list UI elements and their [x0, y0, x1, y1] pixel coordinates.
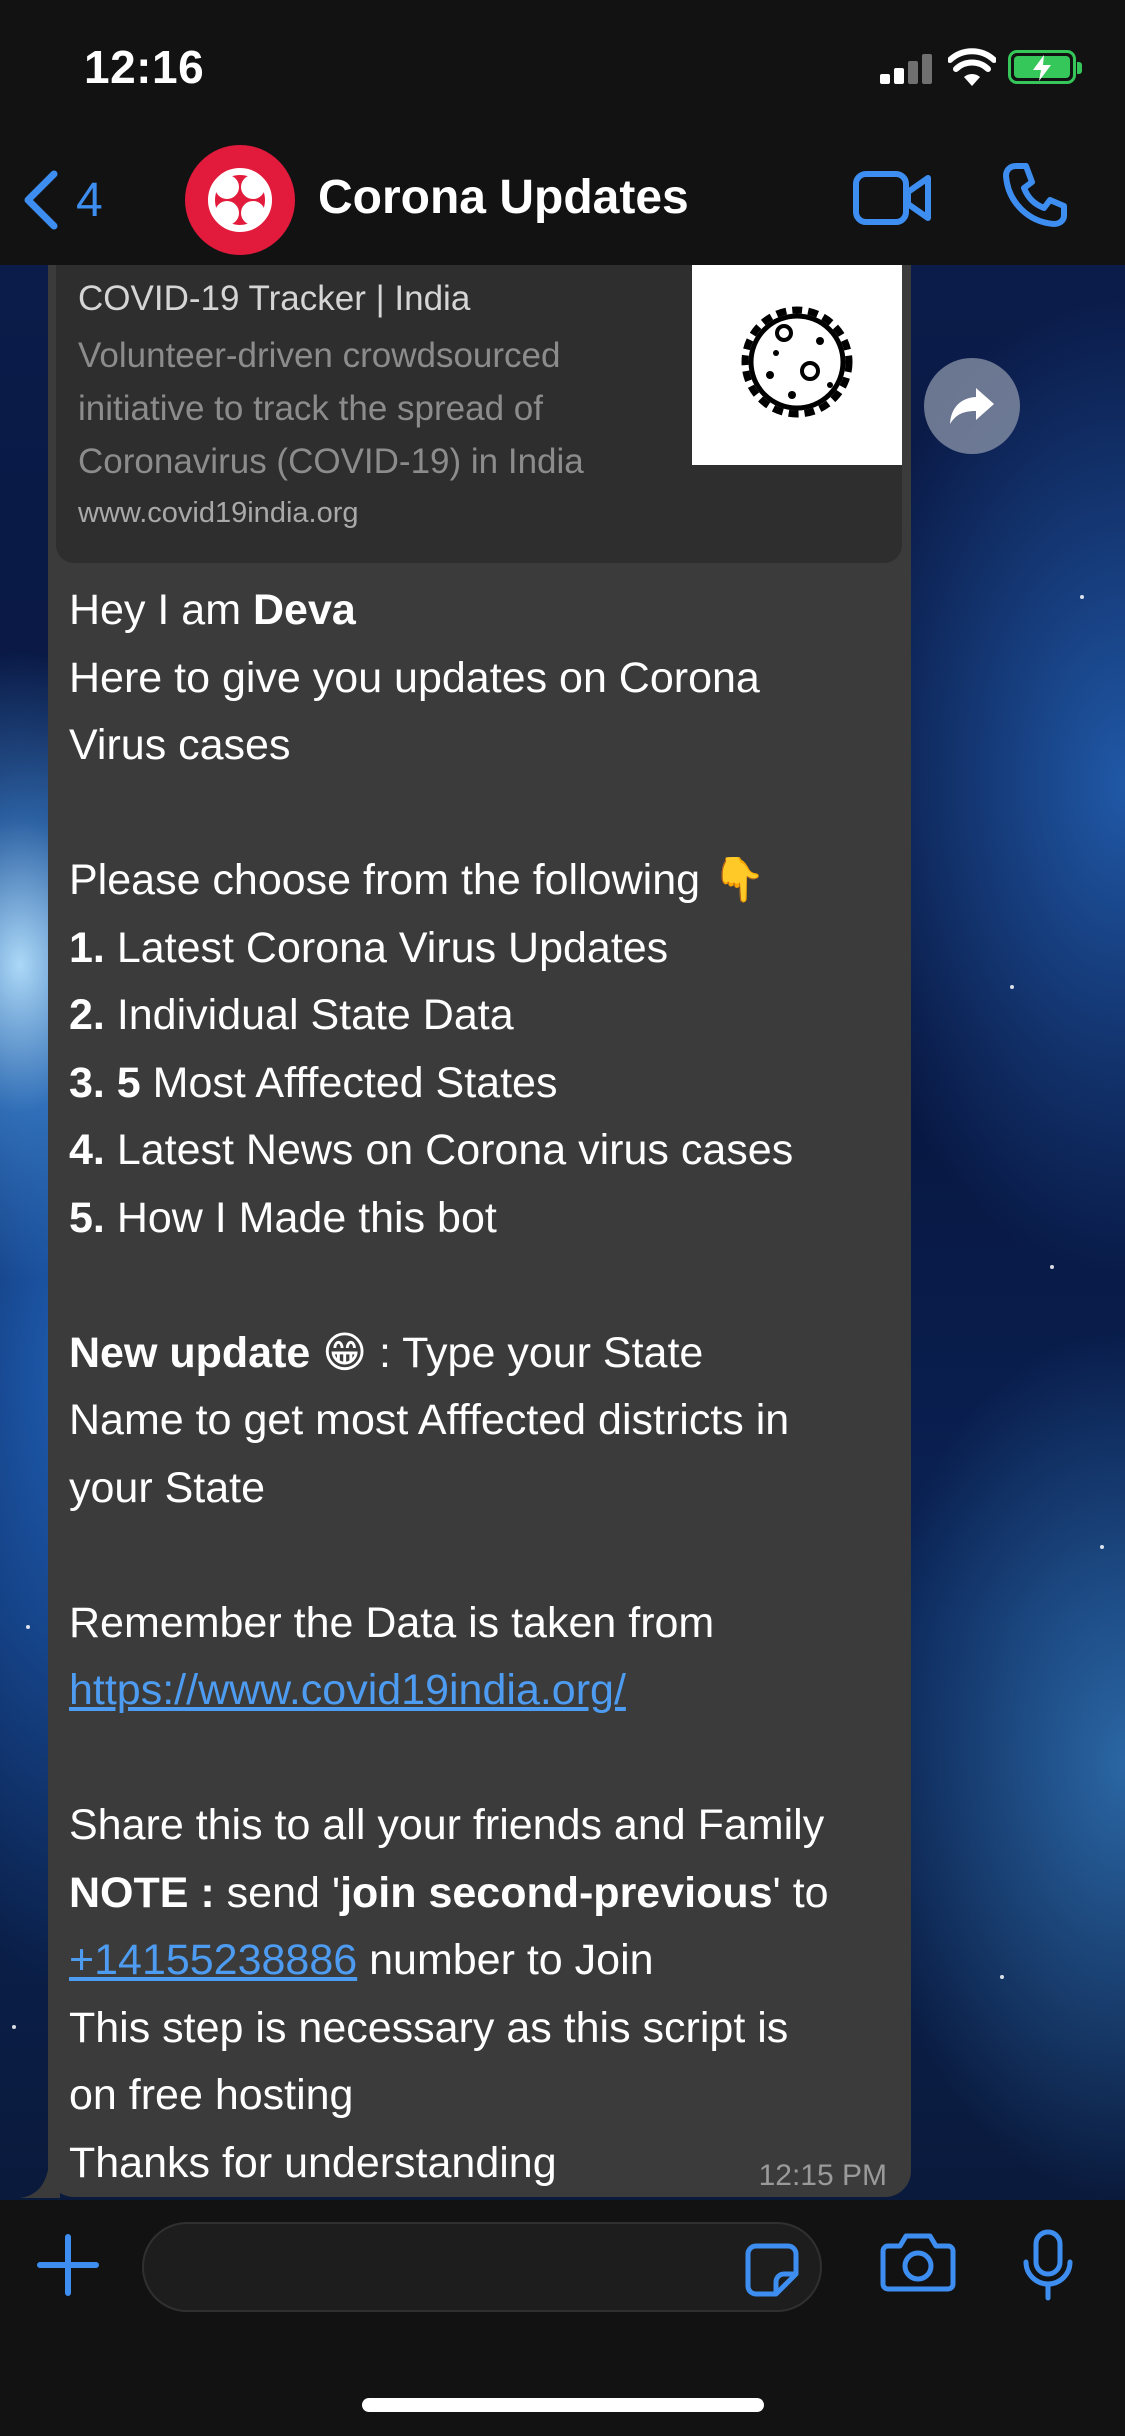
- wallpaper-star: [1100, 1545, 1104, 1549]
- link-preview-url: www.covid19india.org: [78, 497, 359, 529]
- microphone-icon[interactable]: [1020, 2228, 1076, 2302]
- input-bar: [0, 2200, 1125, 2436]
- status-time: 12:16: [84, 41, 205, 93]
- battery-icon: [1008, 50, 1082, 84]
- cellular-signal-icon: [880, 52, 934, 84]
- pointing-down-emoji: 👇: [711, 856, 766, 904]
- home-indicator: [362, 2398, 764, 2412]
- menu-option-1: 1. Latest Corona Virus Updates: [69, 923, 669, 972]
- back-chevron-icon: [24, 170, 58, 230]
- menu-option-3: 3. 5 Most Afffected States: [69, 1058, 558, 1107]
- message-line: Here to give you updates on Corona: [69, 653, 760, 702]
- message-input-field[interactable]: [142, 2222, 822, 2312]
- message-line: https://www.covid19india.org/: [69, 1657, 909, 1725]
- forward-button[interactable]: [924, 358, 1020, 454]
- share-forward-icon: [950, 388, 994, 424]
- message-line: your State: [69, 1463, 265, 1512]
- source-link[interactable]: https://www.covid19india.org/: [69, 1666, 626, 1714]
- message-line: Share this to all your friends and Famil…: [69, 1801, 825, 1849]
- plus-icon[interactable]: [36, 2233, 100, 2297]
- message-line: Remember the Data is taken from: [69, 1598, 715, 1647]
- menu-option-5: 5. How I Made this bot: [69, 1193, 497, 1242]
- message-line: NOTE : send 'join second-previous' to: [69, 1868, 829, 1917]
- new-update-label: New update: [69, 1328, 311, 1377]
- video-call-icon[interactable]: [852, 168, 932, 228]
- wallpaper-star: [1080, 595, 1084, 599]
- message-line: on free hosting: [69, 2071, 354, 2119]
- note-label: NOTE :: [69, 1868, 215, 1917]
- choose-text: Please choose from the following: [69, 856, 712, 904]
- menu-option-4: 4. Latest News on Corona virus cases: [69, 1126, 794, 1174]
- unread-count: 4: [76, 173, 103, 227]
- chat-header: 4 Corona Updates: [0, 140, 1125, 265]
- link-preview-title: COVID-19 Tracker | India: [78, 279, 471, 318]
- link-preview-thumbnail: [692, 265, 902, 465]
- wifi-icon: [948, 48, 996, 86]
- message-bubble[interactable]: COVID-19 Tracker | India Volunteer-drive…: [48, 265, 911, 2197]
- join-keyword: join second-previous: [340, 1868, 773, 1917]
- sticker-icon[interactable]: [742, 2240, 802, 2300]
- wallpaper-star: [12, 2025, 16, 2029]
- phone-icon[interactable]: [1000, 160, 1070, 230]
- message-text: Hey I am Deva Here to give you updates o…: [69, 577, 909, 2197]
- message-line: Please choose from the following 👇: [69, 847, 909, 915]
- wallpaper-star: [1010, 985, 1014, 989]
- message-line: New update 😁 : Type your State: [69, 1328, 704, 1377]
- phone-link[interactable]: +14155238886: [69, 1936, 357, 1984]
- wallpaper-star: [1050, 1265, 1054, 1269]
- grinning-emoji: 😁: [322, 1328, 368, 1377]
- virus-icon: [741, 306, 853, 418]
- chat-title[interactable]: Corona Updates: [318, 170, 689, 225]
- message-line: Hey I am Deva: [69, 577, 909, 645]
- message-line: +14155238886 number to Join: [69, 1936, 654, 1984]
- message-input[interactable]: [176, 2242, 700, 2294]
- wallpaper-star: [26, 1625, 30, 1629]
- link-preview-card[interactable]: COVID-19 Tracker | India Volunteer-drive…: [56, 265, 902, 563]
- menu-option-2: 2. Individual State Data: [69, 991, 514, 1039]
- message-line: Virus cases: [69, 721, 291, 769]
- wallpaper-star: [1000, 1975, 1004, 1979]
- greeting-text: Hey I am: [69, 586, 253, 634]
- camera-icon[interactable]: [880, 2230, 956, 2294]
- avatar[interactable]: [185, 145, 295, 255]
- link-preview-description: Volunteer-driven crowdsourced initiative…: [78, 336, 584, 481]
- back-button[interactable]: 4: [22, 170, 103, 230]
- status-bar: 12:16: [0, 0, 1125, 140]
- message-timestamp: 12:15 PM: [758, 2159, 887, 2192]
- bubble-tail: [20, 2170, 60, 2198]
- message-line: This step is necessary as this script is: [69, 2003, 789, 2052]
- message-line: Name to get most Afffected districts in: [69, 1396, 790, 1444]
- bot-name: Deva: [253, 586, 356, 634]
